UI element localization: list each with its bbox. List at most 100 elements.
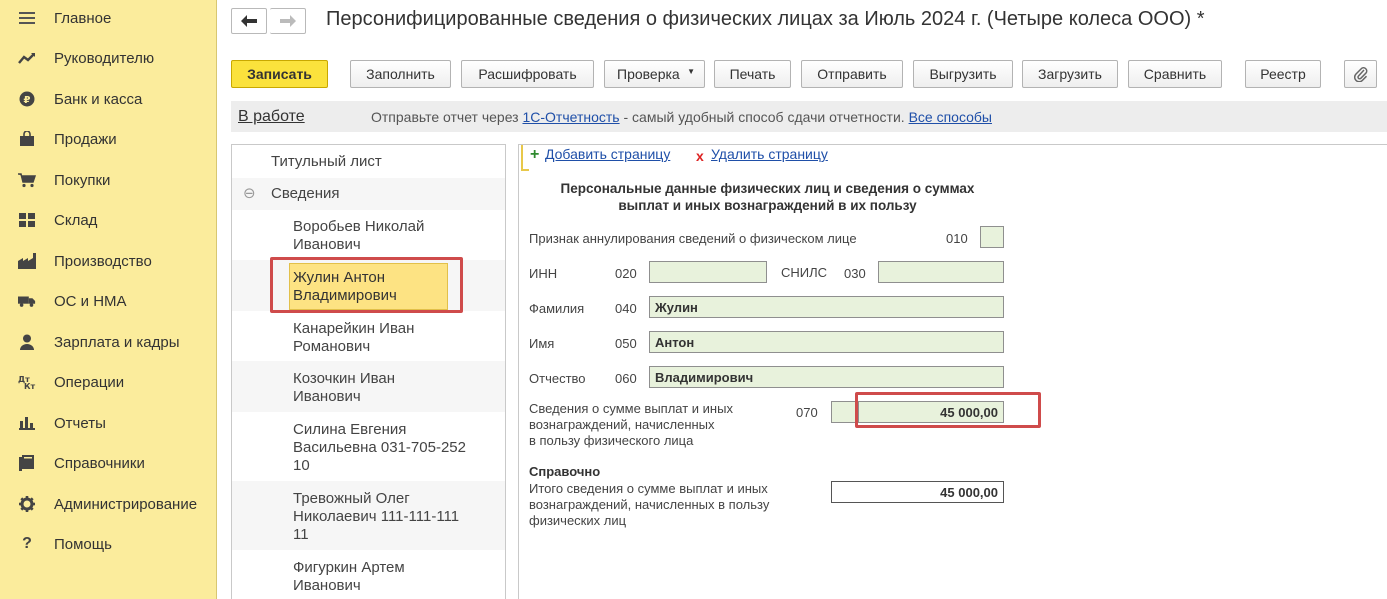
registry-button[interactable]: Реестр <box>1245 60 1321 88</box>
export-button[interactable]: Выгрузить <box>913 60 1013 88</box>
sidebar-item-label: ОС и НМА <box>54 292 127 310</box>
tree-item-label: Сведения <box>271 185 340 202</box>
print-button[interactable]: Печать <box>714 60 791 88</box>
dropdown-arrow-icon: ▼ <box>687 67 695 76</box>
tree-item-title-page[interactable]: Титульный лист <box>232 145 505 178</box>
sidebar-item-label: Склад <box>54 211 98 229</box>
paperclip-icon <box>1353 67 1367 82</box>
snils-field[interactable] <box>878 261 1004 283</box>
tree-item-section[interactable]: ⊖ Сведения <box>232 178 505 210</box>
trend-icon <box>18 49 36 67</box>
person-name-line2: Владимирович <box>293 287 397 304</box>
code-040: 040 <box>615 301 637 316</box>
gear-icon <box>18 495 36 513</box>
all-methods-link[interactable]: Все способы <box>909 109 992 125</box>
svg-text:Кт: Кт <box>24 382 36 390</box>
sidebar-item-operations[interactable]: Дт Кт Операции <box>0 364 216 400</box>
sidebar-item-sales[interactable]: Продажи <box>0 121 216 157</box>
delete-icon: x <box>696 148 704 164</box>
tree-item-person[interactable]: Козочкин Иван Иванович <box>232 361 505 412</box>
sidebar-item-purchases[interactable]: Покупки <box>0 162 216 198</box>
send-button[interactable]: Отправить <box>801 60 903 88</box>
inn-field[interactable] <box>649 261 767 283</box>
sidebar-item-label: Справочники <box>54 454 145 472</box>
sidebar-item-label: Администрирование <box>54 495 198 513</box>
sidebar-item-salary[interactable]: Зарплата и кадры <box>0 324 216 360</box>
person-name-line1: Фигуркин Артем <box>293 559 405 576</box>
payments-label-line1: Сведения о сумме выплат и иных <box>529 401 733 416</box>
check-button[interactable]: Проверка ▼ <box>604 60 705 88</box>
status-link[interactable]: В работе <box>238 108 305 126</box>
name-field[interactable]: Антон <box>649 331 1004 353</box>
bag-icon <box>18 130 36 148</box>
tree-item-person-selected[interactable]: Жулин Антон Владимирович <box>232 260 505 311</box>
person-name-line2: Романович <box>293 338 371 355</box>
sidebar-item-references[interactable]: Справочники <box>0 445 216 481</box>
payments-prefix-field[interactable] <box>831 401 859 423</box>
collapse-icon[interactable]: ⊖ <box>243 185 256 203</box>
sidebar-item-label: Зарплата и кадры <box>54 333 180 351</box>
report-tree: Титульный лист ⊖ Сведения Воробьев Никол… <box>231 144 506 599</box>
back-button[interactable] <box>231 8 267 34</box>
cancel-flag-field[interactable] <box>980 226 1004 248</box>
total-label-line1: Итого сведения о сумме выплат и иных <box>529 481 768 496</box>
sidebar-item-assets[interactable]: ОС и НМА <box>0 283 216 319</box>
person-name-line2: Николаевич 111-111-111 <box>293 508 460 525</box>
person-name-line1: Воробьев Николай <box>293 218 425 235</box>
1c-reporting-link[interactable]: 1С-Отчетность <box>522 109 619 125</box>
payments-label-line2: вознаграждений, начисленных <box>529 417 715 432</box>
attach-button[interactable] <box>1344 60 1377 88</box>
person-name-line1: Тревожный Олег <box>293 490 410 507</box>
code-050: 050 <box>615 336 637 351</box>
total-label: Итого сведения о сумме выплат и иных воз… <box>529 481 769 529</box>
bar-chart-icon <box>18 414 36 432</box>
sidebar-item-label: Продажи <box>54 130 117 148</box>
code-060: 060 <box>615 371 637 386</box>
sidebar-item-admin[interactable]: Администрирование <box>0 486 216 522</box>
sidebar-item-warehouse[interactable]: Склад <box>0 202 216 238</box>
inn-label: ИНН <box>529 266 558 281</box>
sidebar-item-label: Банк и касса <box>54 90 143 108</box>
person-name-line1: Козочкин Иван <box>293 370 396 387</box>
import-button[interactable]: Загрузить <box>1022 60 1118 88</box>
sidebar-item-main[interactable]: Главное <box>0 0 216 36</box>
forward-button[interactable] <box>270 8 306 34</box>
page-title: Персонифицированные сведения о физически… <box>326 8 1205 30</box>
sidebar-item-production[interactable]: Производство <box>0 243 216 279</box>
patronymic-label: Отчество <box>529 371 586 386</box>
name-label: Имя <box>529 336 555 351</box>
tree-item-person[interactable]: Канарейкин Иван Романович <box>232 311 505 361</box>
sidebar-item-label: Руководителю <box>54 49 155 67</box>
sidebar-item-reports[interactable]: Отчеты <box>0 405 216 441</box>
patronymic-field[interactable]: Владимирович <box>649 366 1004 388</box>
total-amount-field: 45 000,00 <box>831 481 1004 503</box>
sidebar-item-label: Главное <box>54 9 112 27</box>
sidebar-item-label: Помощь <box>54 535 112 553</box>
cancel-label: Признак аннулирования сведений о физичес… <box>529 231 857 246</box>
payments-amount-field[interactable]: 45 000,00 <box>858 401 1004 423</box>
person-name-line1: Канарейкин Иван <box>293 320 415 337</box>
delete-page-link[interactable]: Удалить страницу <box>711 146 828 162</box>
payments-label-line3: в пользу физического лица <box>529 433 694 448</box>
sidebar-item-manager[interactable]: Руководителю <box>0 40 216 76</box>
fill-button[interactable]: Заполнить <box>350 60 451 88</box>
tree-item-person[interactable]: Фигуркин Артем Иванович <box>232 550 505 599</box>
surname-field[interactable]: Жулин <box>649 296 1004 318</box>
arrow-left-icon <box>241 15 257 27</box>
info-bar: В работе Отправьте отчет через 1С-Отчетн… <box>231 101 1387 132</box>
person-name-line1: Жулин Антон <box>293 269 386 286</box>
arrow-right-icon <box>279 15 296 27</box>
sidebar-item-bank[interactable]: ₽ Банк и касса <box>0 81 216 117</box>
sidebar-item-help[interactable]: ? Помощь <box>0 526 216 562</box>
form-heading-line2: выплат и иных вознаграждений в их пользу <box>618 198 917 213</box>
add-page-link[interactable]: Добавить страницу <box>545 146 670 162</box>
tree-item-person[interactable]: Воробьев Николай Иванович <box>232 210 505 260</box>
tree-item-person[interactable]: Силина Евгения Васильевна 031-705-252 10 <box>232 412 505 481</box>
form-heading: Персональные данные физических лиц и све… <box>519 180 1016 214</box>
compare-button[interactable]: Сравнить <box>1128 60 1222 88</box>
decode-button[interactable]: Расшифровать <box>461 60 594 88</box>
snils-label: СНИЛС <box>781 265 828 280</box>
tree-item-label: Титульный лист <box>271 153 382 170</box>
tree-item-person[interactable]: Тревожный Олег Николаевич 111-111-111 11 <box>232 481 505 550</box>
save-button[interactable]: Записать <box>231 60 328 88</box>
